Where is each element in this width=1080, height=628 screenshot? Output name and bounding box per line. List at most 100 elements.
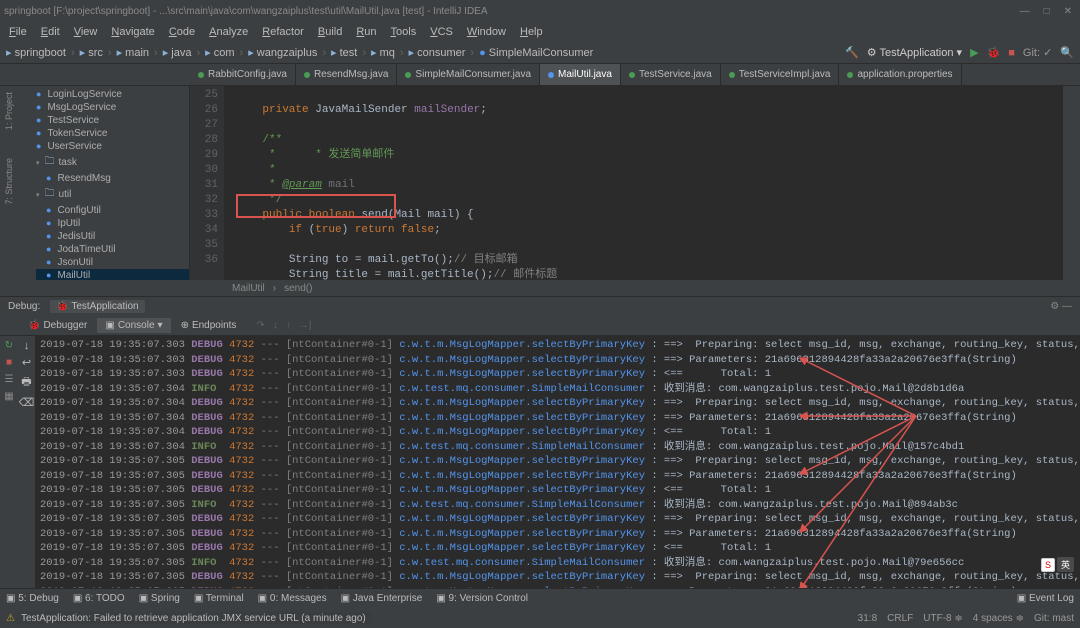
- tree-item[interactable]: ConfigUtil: [36, 204, 189, 217]
- breadcrumb-item[interactable]: ▸ java: [163, 46, 192, 59]
- tree-item[interactable]: TestService: [36, 114, 189, 127]
- git-pull-icon[interactable]: Git: ✓: [1023, 46, 1052, 59]
- tree-item[interactable]: ResendMsg: [36, 172, 189, 185]
- menu-refactor[interactable]: Refactor: [257, 24, 309, 40]
- menu-file[interactable]: File: [4, 24, 32, 40]
- line-number[interactable]: 29: [190, 148, 218, 163]
- tree-item[interactable]: LoginLogService: [36, 88, 189, 101]
- tree-item[interactable]: JsonUtil: [36, 256, 189, 269]
- project-tree[interactable]: LoginLogServiceMsgLogServiceTestServiceT…: [18, 86, 190, 280]
- line-number[interactable]: 26: [190, 103, 218, 118]
- line-number[interactable]: 28: [190, 133, 218, 148]
- run-button[interactable]: ▶: [970, 46, 978, 59]
- line-number[interactable]: 32: [190, 193, 218, 208]
- debug-run-config[interactable]: 🐞 TestApplication: [50, 300, 144, 313]
- editor-tab[interactable]: ResendMsg.java: [296, 64, 397, 85]
- line-number[interactable]: 31: [190, 178, 218, 193]
- menu-code[interactable]: Code: [164, 24, 200, 40]
- debug-settings-icon[interactable]: ⚙ —: [1050, 301, 1072, 312]
- endpoints-tab[interactable]: ⊕Endpoints: [173, 318, 245, 333]
- build-icon[interactable]: 🔨: [845, 46, 859, 59]
- console-output[interactable]: 2019-07-18 19:35:07.303 DEBUG 4732 --- […: [36, 336, 1080, 588]
- menu-vcs[interactable]: VCS: [425, 24, 458, 40]
- stop-button[interactable]: ■: [6, 357, 12, 368]
- debug-button[interactable]: 🐞: [987, 46, 1001, 59]
- tree-item[interactable]: JodaTimeUtil: [36, 243, 189, 256]
- soft-wrap-icon[interactable]: ↩: [22, 356, 31, 369]
- rerun-button[interactable]: ↻: [5, 340, 13, 351]
- menu-view[interactable]: View: [69, 24, 103, 40]
- tool-window-button[interactable]: ▣ Spring: [139, 593, 180, 604]
- tool-window-button[interactable]: ▣ 6: TODO: [73, 593, 125, 604]
- line-number[interactable]: 35: [190, 238, 218, 253]
- menu-analyze[interactable]: Analyze: [204, 24, 253, 40]
- tree-item[interactable]: MailUtil: [36, 269, 189, 280]
- line-number[interactable]: 27: [190, 118, 218, 133]
- editor-tab[interactable]: TestServiceImpl.java: [721, 64, 840, 85]
- crumb-method[interactable]: send(): [284, 283, 312, 294]
- tree-item[interactable]: IpUtil: [36, 217, 189, 230]
- tree-item[interactable]: TokenService: [36, 127, 189, 140]
- step-over-icon[interactable]: ↷: [256, 320, 264, 331]
- event-log-button[interactable]: ▣ Event Log: [1017, 593, 1074, 604]
- tree-item[interactable]: 🗀 util: [36, 185, 189, 204]
- breadcrumb-file[interactable]: ● SimpleMailConsumer: [479, 47, 593, 59]
- scroll-to-end-icon[interactable]: ↓: [24, 340, 30, 352]
- line-separator[interactable]: CRLF: [887, 613, 913, 624]
- git-branch[interactable]: Git: mast: [1034, 613, 1074, 624]
- run-to-cursor-icon[interactable]: →|: [299, 320, 312, 331]
- code-content[interactable]: private JavaMailSender mailSender; /** *…: [224, 86, 1062, 280]
- stop-button[interactable]: ■: [1008, 47, 1015, 59]
- clear-icon[interactable]: ⌫: [19, 396, 35, 409]
- tool-window-button[interactable]: ▣ Java Enterprise: [341, 593, 423, 604]
- view-breakpoints-icon[interactable]: ☰: [5, 374, 14, 385]
- console-tab[interactable]: ▣Console ▾: [97, 318, 170, 333]
- maximize-button[interactable]: □: [1044, 6, 1050, 17]
- tool-window-button[interactable]: ▣ 9: Version Control: [436, 593, 528, 604]
- breadcrumb-item[interactable]: ▸ src: [80, 46, 103, 59]
- menu-navigate[interactable]: Navigate: [106, 24, 159, 40]
- tree-item[interactable]: JedisUtil: [36, 230, 189, 243]
- tree-item[interactable]: MsgLogService: [36, 101, 189, 114]
- ime-badge[interactable]: S: [1041, 558, 1055, 572]
- run-config-selector[interactable]: ⚙ TestApplication ▾: [867, 46, 962, 59]
- breadcrumb-item[interactable]: ▸ consumer: [409, 46, 466, 59]
- editor-tab[interactable]: application.properties: [839, 64, 961, 85]
- editor-tab[interactable]: TestService.java: [621, 64, 721, 85]
- editor-tab[interactable]: MailUtil.java: [540, 64, 621, 85]
- code-editor[interactable]: 252627282930313233343536 private JavaMai…: [190, 86, 1062, 280]
- line-number[interactable]: 25: [190, 88, 218, 103]
- menu-help[interactable]: Help: [515, 24, 548, 40]
- breadcrumb-item[interactable]: ▸ test: [331, 46, 357, 59]
- layout-icon[interactable]: ▦: [4, 391, 13, 402]
- menu-run[interactable]: Run: [351, 24, 381, 40]
- step-out-icon[interactable]: ↑: [286, 320, 291, 331]
- menu-window[interactable]: Window: [462, 24, 511, 40]
- editor-tab[interactable]: RabbitConfig.java: [190, 64, 296, 85]
- line-number[interactable]: 33: [190, 208, 218, 223]
- close-button[interactable]: ✕: [1064, 6, 1072, 17]
- tree-item[interactable]: UserService: [36, 140, 189, 153]
- breadcrumb-item[interactable]: ▸ com: [205, 46, 234, 59]
- editor-tab[interactable]: SimpleMailConsumer.java: [397, 64, 540, 85]
- line-number[interactable]: 30: [190, 163, 218, 178]
- debugger-tab[interactable]: 🐞Debugger: [20, 318, 95, 333]
- breadcrumb-item[interactable]: ▸ springboot: [6, 46, 66, 59]
- line-number[interactable]: 34: [190, 223, 218, 238]
- menu-tools[interactable]: Tools: [386, 24, 422, 40]
- caret-position[interactable]: 31:8: [858, 613, 877, 624]
- breadcrumb-item[interactable]: ▸ wangzaiplus: [248, 46, 317, 59]
- menu-build[interactable]: Build: [313, 24, 347, 40]
- breadcrumb-item[interactable]: ▸ mq: [371, 46, 395, 59]
- minimize-button[interactable]: —: [1020, 6, 1030, 17]
- print-icon[interactable]: 🖶: [21, 373, 31, 392]
- tool-window-button[interactable]: ▣ 5: Debug: [6, 593, 59, 604]
- search-icon[interactable]: 🔍: [1060, 46, 1074, 59]
- structure-tool-label[interactable]: 7: Structure: [4, 158, 14, 205]
- step-into-icon[interactable]: ↓: [273, 320, 278, 331]
- project-tool-label[interactable]: 1: Project: [4, 92, 14, 130]
- ime-text[interactable]: 英: [1057, 557, 1074, 572]
- menu-edit[interactable]: Edit: [36, 24, 65, 40]
- tree-item[interactable]: 🗀 task: [36, 153, 189, 172]
- tool-window-button[interactable]: ▣ Terminal: [194, 593, 244, 604]
